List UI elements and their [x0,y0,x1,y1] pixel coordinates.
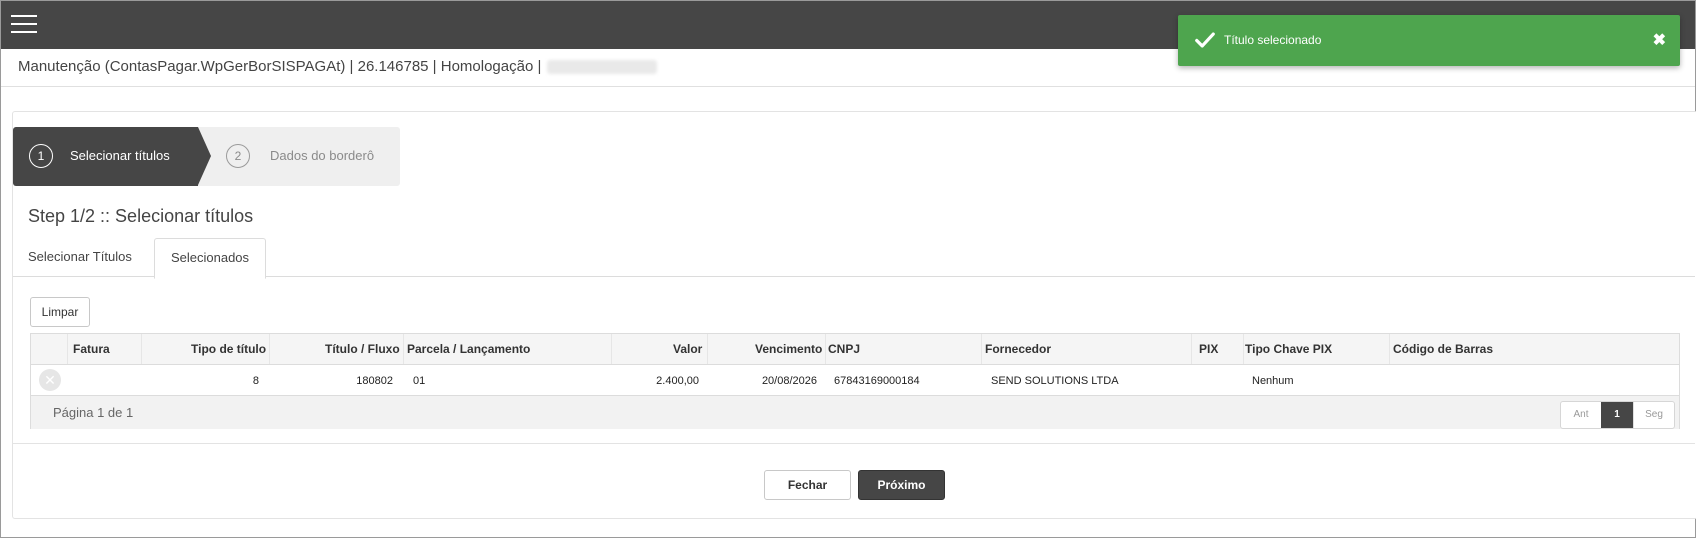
pagination: Ant 1 Seg [1560,401,1675,429]
page-info: Página 1 de 1 [53,405,134,420]
wizard-steps: 1 Selecionar títulos 2 Dados do borderô [13,127,400,186]
table-row[interactable]: ✕ 8 180802 01 2.400,00 20/08/2026 678431… [31,365,1679,395]
step-number-1: 1 [29,144,53,168]
toast-message: Título selecionado [1224,33,1322,47]
cell-vencimento: 20/08/2026 [761,375,817,387]
cell-parcela: 01 [413,375,426,387]
pager-prev-button[interactable]: Ant [1561,402,1601,428]
cell-tipo: 8 [252,375,259,387]
col-header-titulo-fluxo[interactable]: Título / Fluxo [325,342,400,356]
success-toast: Título selecionado ✖ [1178,15,1680,66]
check-icon [1195,32,1215,48]
next-button[interactable]: Próximo [858,470,945,500]
tab-selecionar-titulos[interactable]: Selecionar Títulos [28,238,132,276]
close-icon[interactable]: ✖ [1653,30,1666,50]
cell-tipo-chave-pix: Nenhum [1252,375,1294,387]
clear-button[interactable]: Limpar [30,297,90,327]
col-header-valor[interactable]: Valor [673,342,702,356]
col-header-pix[interactable]: PIX [1199,342,1218,356]
step-label-2: Dados do borderô [270,148,375,163]
remove-row-icon[interactable]: ✕ [39,369,61,391]
col-header-parcela[interactable]: Parcela / Lançamento [407,342,530,356]
cell-cnpj: 67843169000184 [834,375,920,387]
step-title: Step 1/2 :: Selecionar títulos [28,206,254,226]
col-header-tipo-titulo[interactable]: Tipo de título [191,342,266,356]
pager-page-1[interactable]: 1 [1601,402,1633,428]
col-header-cnpj[interactable]: CNPJ [828,342,860,356]
col-header-vencimento[interactable]: Vencimento [755,342,822,356]
page-title-text: Manutenção (ContasPagar.WpGerBorSISPAGAt… [18,58,542,75]
cell-valor: 2.400,00 [656,375,699,387]
close-button[interactable]: Fechar [764,470,851,500]
col-header-fatura[interactable]: Fatura [73,342,110,356]
cell-fornecedor: SEND SOLUTIONS LTDA [991,375,1119,387]
tab-selecionados[interactable]: Selecionados [154,238,266,279]
col-header-codigo-barras[interactable]: Código de Barras [1393,342,1493,356]
selected-titles-grid: Fatura Tipo de título Título / Fluxo Par… [30,333,1680,429]
grid-footer: Página 1 de 1 Ant 1 Seg [31,395,1679,429]
cell-titulo: 180802 [356,375,393,387]
pager-next-button[interactable]: Seg [1633,402,1674,428]
step-number-2: 2 [226,144,250,168]
redacted-user [547,60,658,75]
wizard-step-1[interactable]: 1 Selecionar títulos [13,127,211,186]
page-title: Manutenção (ContasPagar.WpGerBorSISPAGAt… [18,58,658,75]
grid-header: Fatura Tipo de título Título / Fluxo Par… [31,334,1679,365]
col-header-tipo-chave-pix[interactable]: Tipo Chave PIX [1245,342,1332,356]
hamburger-menu-icon[interactable] [11,15,37,35]
step-label-1: Selecionar títulos [70,148,170,163]
col-header-fornecedor[interactable]: Fornecedor [985,342,1051,356]
title-divider [1,86,1695,87]
